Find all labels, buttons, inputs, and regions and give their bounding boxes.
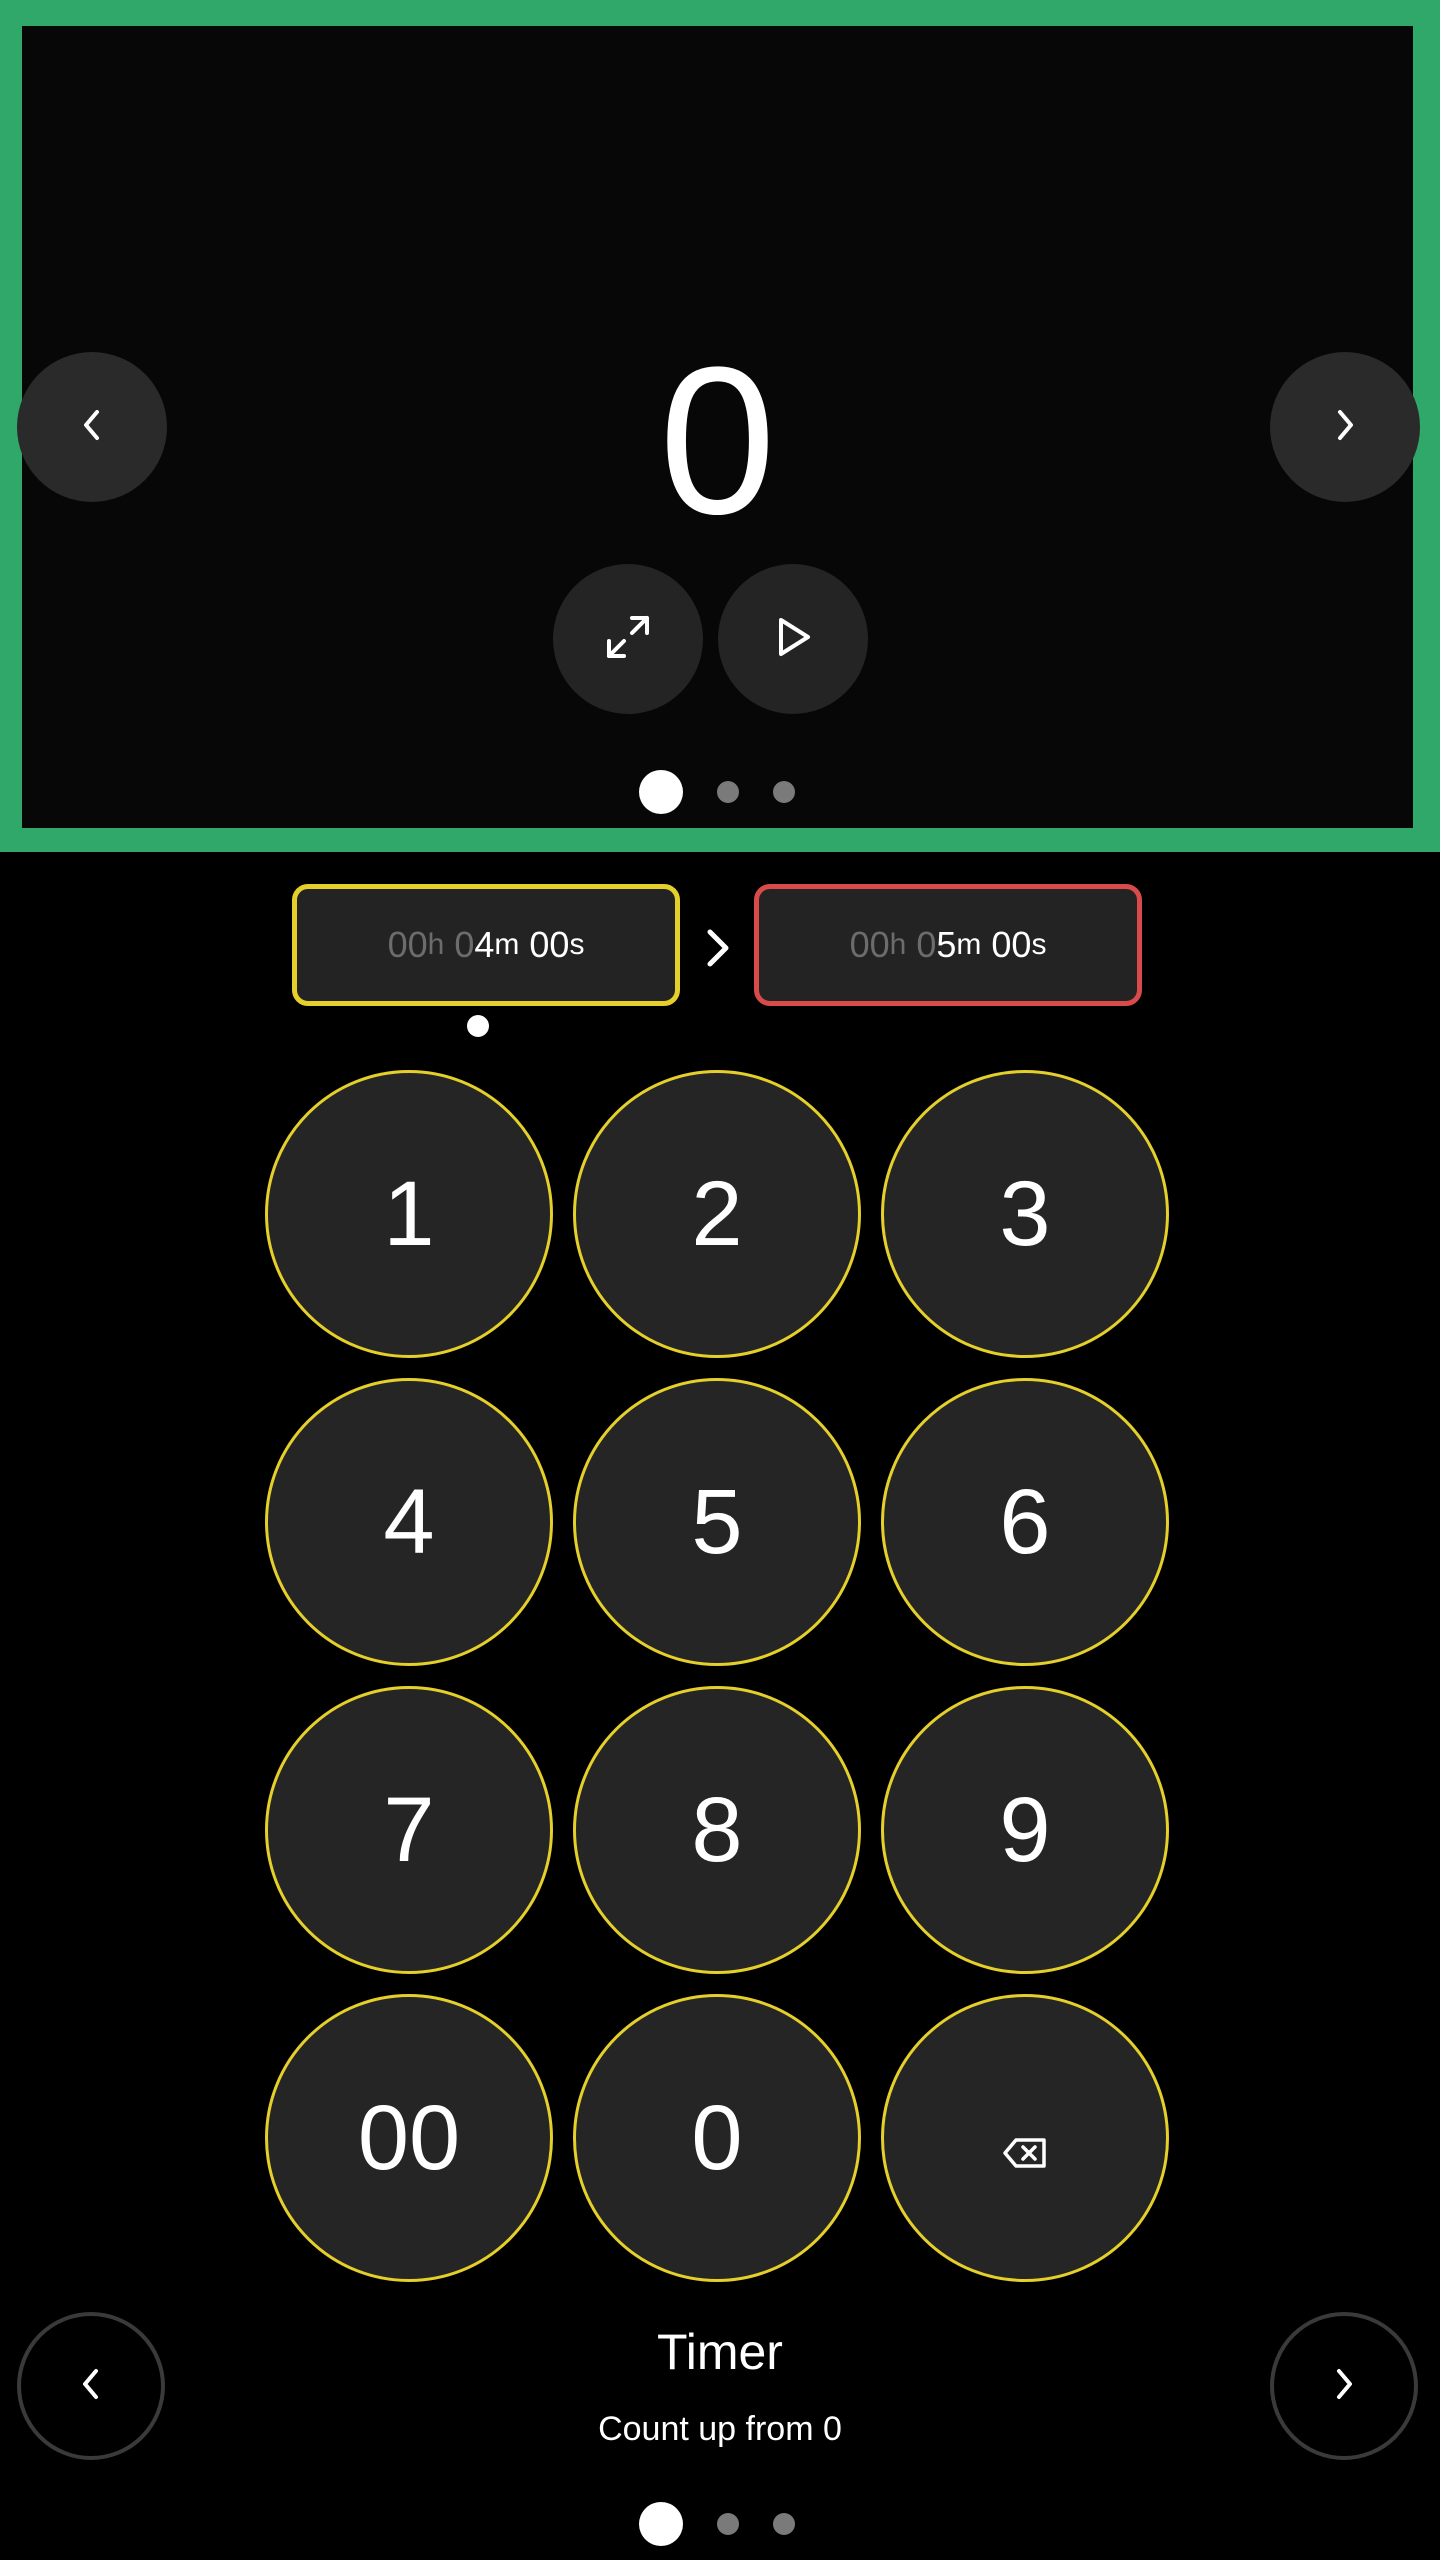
key-1[interactable]: 1 (265, 1070, 553, 1358)
mode-subtitle: Count up from 0 (598, 2410, 842, 2448)
page-dot[interactable] (773, 2513, 795, 2535)
end-minutes: 5 (936, 924, 957, 965)
play-button[interactable] (718, 564, 868, 714)
page-dot[interactable] (717, 2513, 739, 2535)
page-dot[interactable] (717, 781, 739, 803)
preview-page-dots (622, 770, 812, 814)
key-9[interactable]: 9 (881, 1686, 1169, 1974)
key-2[interactable]: 2 (573, 1070, 861, 1358)
start-seconds-unit: s (569, 928, 585, 961)
backspace-button[interactable] (881, 1994, 1169, 2282)
expand-icon (605, 614, 651, 665)
start-minutes: 4 (474, 924, 495, 965)
end-seconds-unit: s (1031, 928, 1047, 961)
end-seconds: 00 (991, 924, 1032, 965)
end-hours: 00 (849, 924, 890, 965)
start-minutes-unit: m (494, 928, 520, 961)
preview-prev-button[interactable] (17, 352, 167, 502)
start-hours-unit: h (427, 928, 445, 961)
chevron-right-icon (1331, 407, 1359, 448)
start-time-field[interactable]: 00 h 04m 00 s (292, 884, 680, 1006)
range-separator (698, 918, 738, 978)
chevron-left-icon (78, 407, 106, 448)
page-dot-active[interactable] (639, 770, 683, 814)
end-time-field[interactable]: 00 h 05m 00 s (754, 884, 1142, 1006)
key-3[interactable]: 3 (881, 1070, 1169, 1358)
chevron-right-icon (698, 929, 738, 982)
key-4[interactable]: 4 (265, 1378, 553, 1666)
mode-title: Timer (657, 2324, 783, 2380)
start-hours: 00 (387, 924, 428, 965)
start-seconds: 00 (529, 924, 570, 965)
footer-page-dots (622, 2502, 812, 2546)
key-7[interactable]: 7 (265, 1686, 553, 1974)
end-minutes-lead: 0 (916, 924, 937, 965)
page-dot[interactable] (773, 781, 795, 803)
end-hours-unit: h (889, 928, 907, 961)
key-0[interactable]: 0 (573, 1994, 861, 2282)
timer-value: 0 (659, 323, 776, 558)
key-8[interactable]: 8 (573, 1686, 861, 1974)
key-6[interactable]: 6 (881, 1378, 1169, 1666)
end-minutes-unit: m (956, 928, 982, 961)
key-00[interactable]: 00 (265, 1994, 553, 2282)
preview-frame: 0 (0, 0, 1440, 852)
page-dot-active[interactable] (639, 2502, 683, 2546)
start-minutes-lead: 0 (454, 924, 475, 965)
key-5[interactable]: 5 (573, 1378, 861, 1666)
play-icon (771, 615, 815, 664)
preview-panel: 0 (22, 26, 1413, 828)
preview-next-button[interactable] (1270, 352, 1420, 502)
active-field-indicator (467, 1015, 489, 1037)
fullscreen-button[interactable] (553, 564, 703, 714)
backspace-icon (1002, 2086, 1048, 2191)
